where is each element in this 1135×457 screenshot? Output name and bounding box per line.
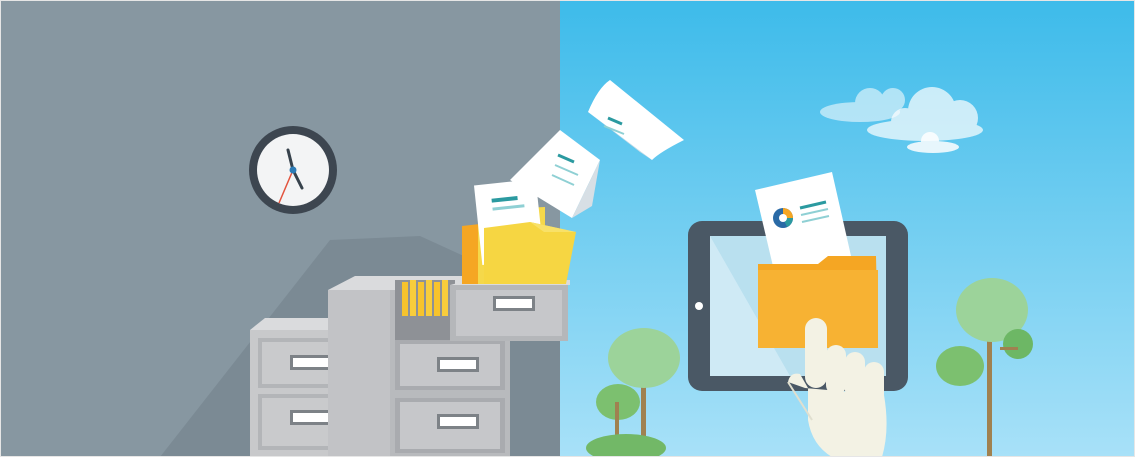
wall-clock-icon — [249, 126, 337, 214]
open-drawer — [450, 280, 570, 341]
illustration-banner — [0, 0, 1135, 457]
pie-chart-icon — [773, 208, 793, 228]
illustration-canvas — [0, 0, 1135, 457]
